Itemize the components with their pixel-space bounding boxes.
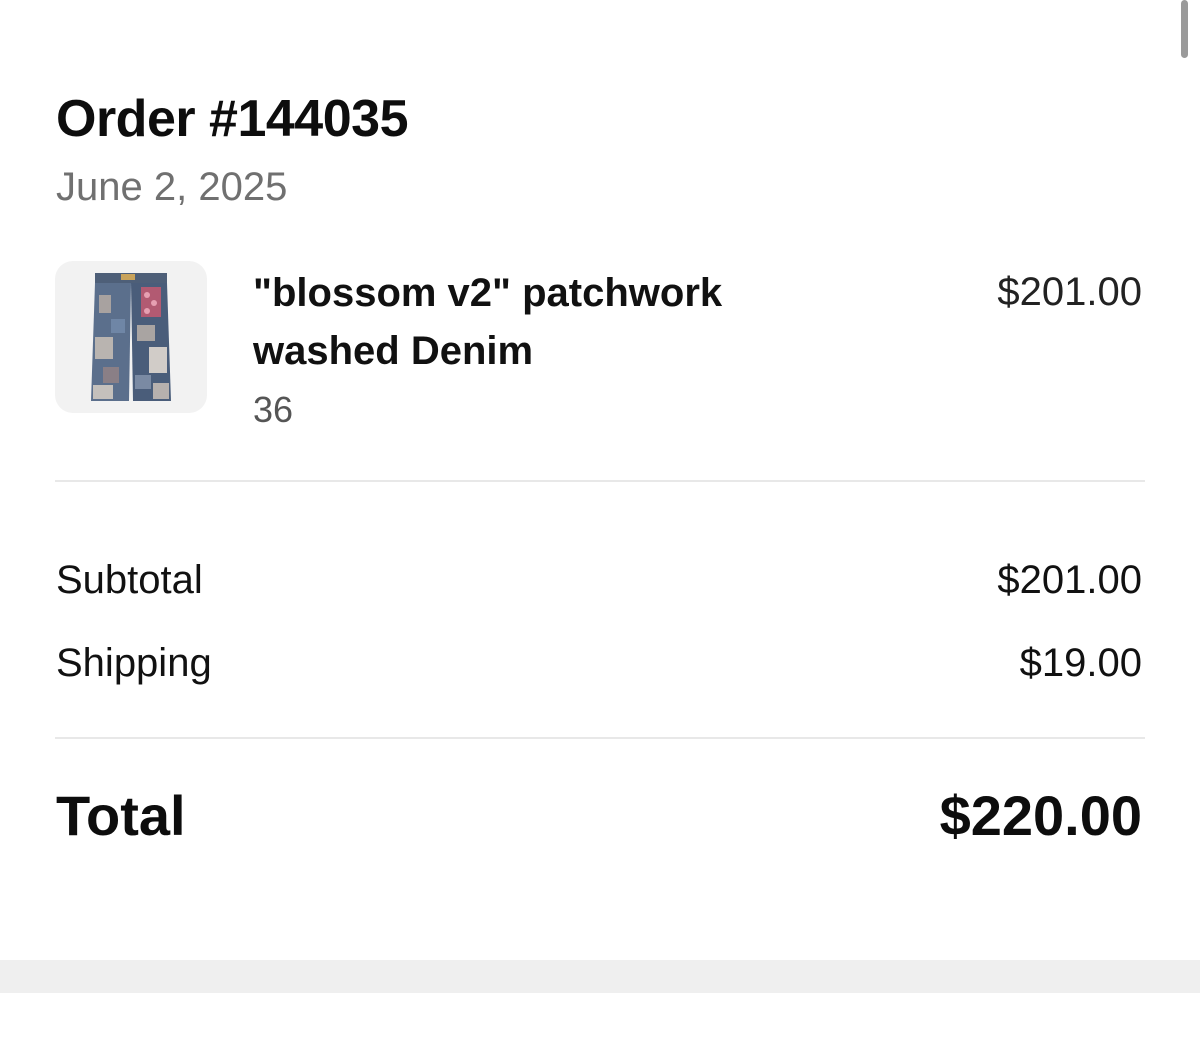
product-variant: 36	[253, 389, 294, 430]
product-thumbnail[interactable]	[55, 261, 207, 413]
divider	[55, 737, 1145, 739]
shipping-label: Shipping	[56, 641, 212, 685]
product-price: $201.00	[997, 270, 1142, 314]
order-date: June 2, 2025	[56, 165, 288, 209]
product-name: "blossom v2" patchwork washed Denim	[253, 271, 723, 373]
order-title: Order #144035	[56, 90, 409, 148]
total-label: Total	[56, 784, 186, 847]
order-summary-page: Order #144035 June 2, 2025 "blossom v2" …	[0, 0, 1200, 1058]
subtotal-label: Subtotal	[56, 558, 203, 602]
patchwork-jeans-image	[91, 273, 171, 401]
divider	[55, 480, 1145, 482]
shipping-value: $19.00	[1019, 641, 1142, 685]
total-value: $220.00	[939, 784, 1142, 847]
scrollbar[interactable]	[1181, 0, 1188, 58]
subtotal-value: $201.00	[997, 558, 1142, 602]
section-separator	[0, 960, 1200, 993]
